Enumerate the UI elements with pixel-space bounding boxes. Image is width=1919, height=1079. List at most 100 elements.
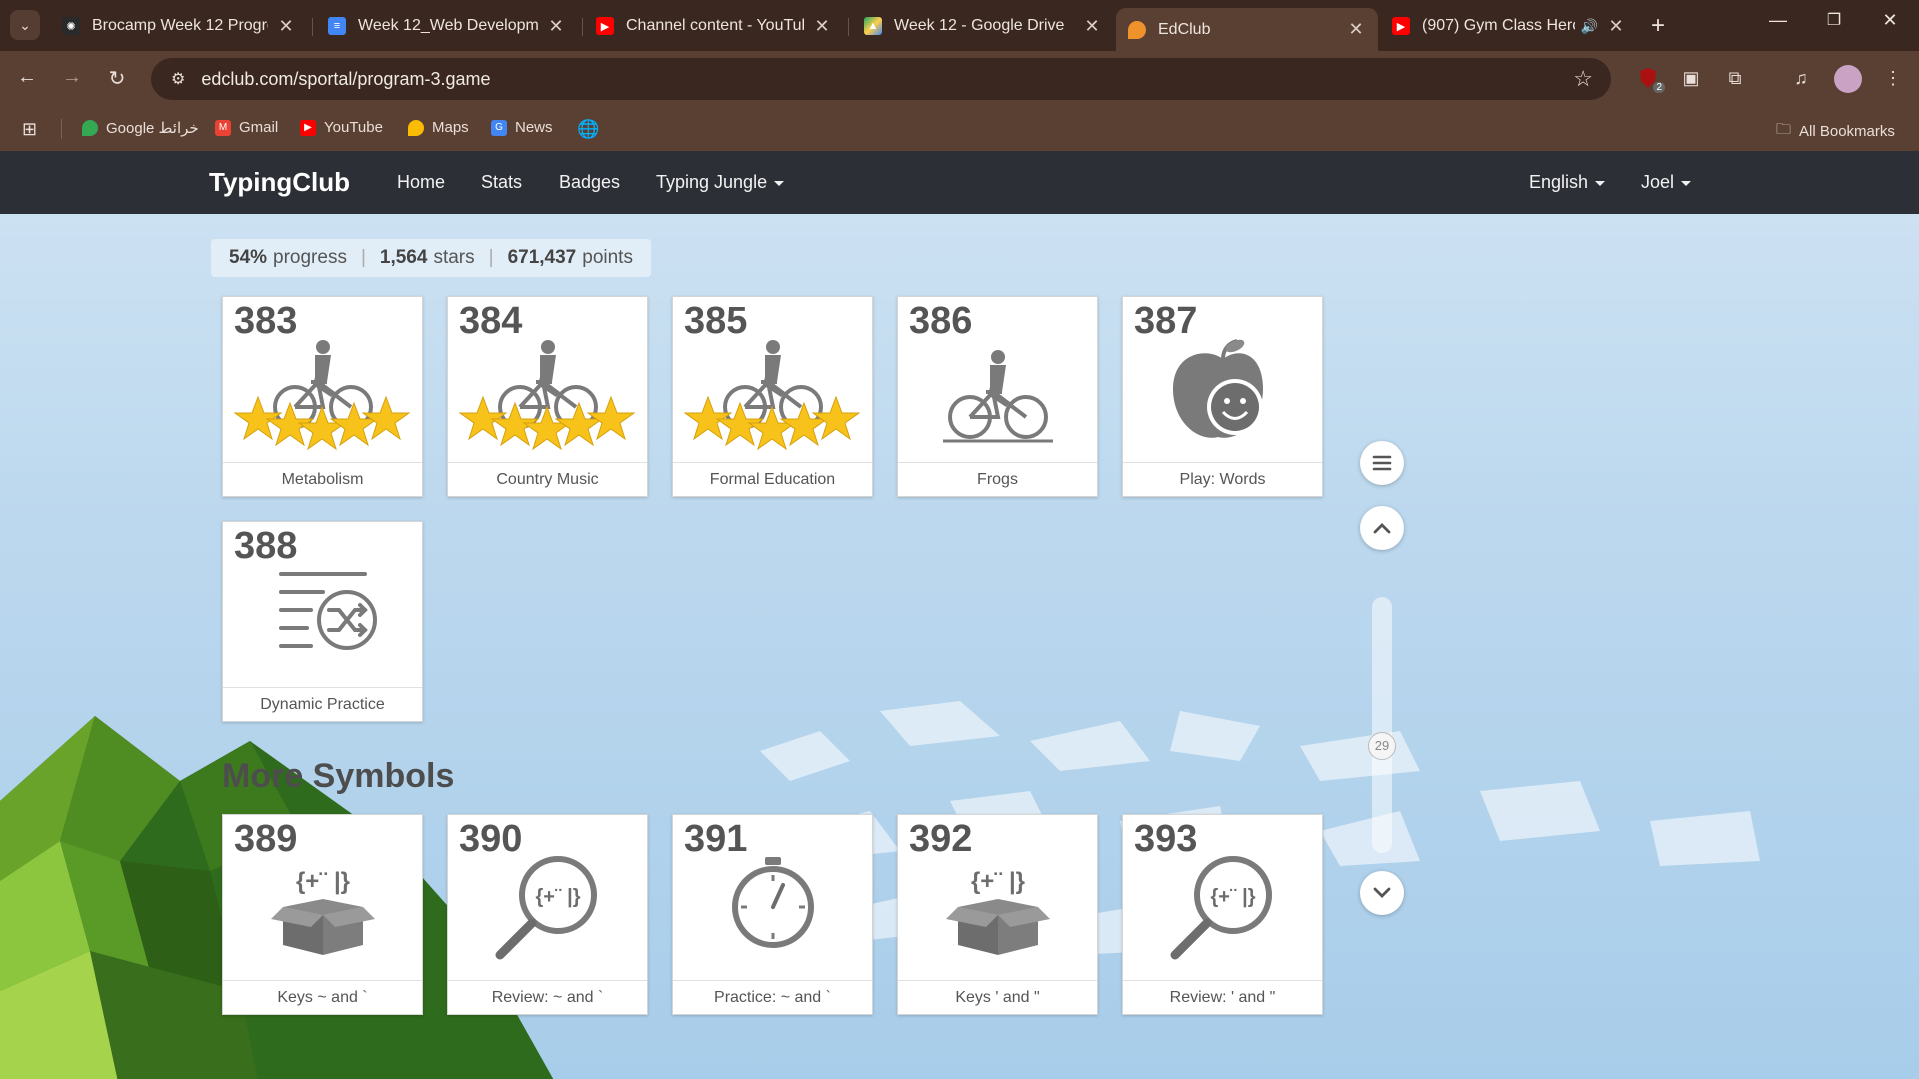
progress-label: progress [273, 247, 347, 268]
stars-label: stars [433, 247, 475, 268]
all-bookmarks-button[interactable]: 🗀 All Bookmarks [1776, 119, 1895, 144]
forward-icon[interactable]: → [57, 66, 87, 89]
chevron-up-icon [1373, 523, 1391, 534]
close-icon[interactable]: ✕ [1606, 16, 1626, 37]
bicycle-icon [943, 350, 1053, 443]
close-icon[interactable]: ✕ [276, 16, 296, 37]
language-label: English [1529, 172, 1589, 192]
youtube-icon: ▶ [300, 119, 316, 136]
tab-brocamp[interactable]: ✺ Brocamp Week 12 Progress ✕ [50, 8, 308, 44]
lesson-title: Keys ' and " [898, 980, 1097, 1014]
maps-icon [82, 120, 98, 136]
magnifier-symbols-icon: {+¨ |} [1170, 856, 1272, 960]
lesson-card-387[interactable]: 387 Play: Words [1122, 296, 1323, 497]
bookmark-maps[interactable]: Maps [408, 119, 469, 136]
close-icon[interactable]: ✕ [1082, 16, 1102, 37]
progress-stats-bar: 54% progress | 1,564 stars | 671,437 poi… [211, 239, 651, 277]
new-tab-button[interactable]: + [1651, 12, 1665, 40]
ublock-icon[interactable]: 2 [1635, 65, 1665, 93]
bookmark-news[interactable]: G News [491, 119, 553, 136]
scroll-level-indicator[interactable]: 29 [1368, 732, 1396, 760]
brand-logo[interactable]: TypingClub [209, 167, 350, 198]
audio-playing-icon[interactable]: 🔊 [1581, 18, 1598, 35]
tab-week12-doc[interactable]: ≡ Week 12_Web Development ✕ [316, 8, 578, 44]
hamburger-icon [1372, 455, 1392, 471]
extensions-icon[interactable]: ⧉ [1722, 65, 1748, 91]
tab-title: Channel content - YouTube [626, 17, 804, 34]
bicycle-icon [458, 340, 636, 451]
apps-grid-icon[interactable]: ⊞ [22, 119, 37, 140]
minimize-icon[interactable]: — [1758, 10, 1798, 31]
tab-youtube-channel[interactable]: ▶ Channel content - YouTube ✕ [584, 8, 844, 44]
bookmark-google-maps-ar[interactable]: Google خرائط [82, 119, 199, 137]
address-bar[interactable]: ⚙ edclub.com/sportal/program-3.game ☆ [151, 58, 1611, 100]
picture-in-picture-icon[interactable]: ▣ [1678, 65, 1704, 91]
bookmark-gmail[interactable]: M Gmail [215, 119, 278, 136]
lesson-card-385[interactable]: 385 Formal Education [672, 296, 873, 497]
tab-title: EdClub [1158, 20, 1211, 38]
tab-title: Week 12 - Google Drive [894, 17, 1065, 34]
lesson-card-384[interactable]: 384 Country Music [447, 296, 648, 497]
close-icon[interactable]: ✕ [546, 16, 566, 37]
site-info-icon[interactable]: ⚙ [171, 69, 185, 89]
nav-badges[interactable]: Badges [559, 172, 620, 193]
lesson-card-389[interactable]: 389 {+¨ |} Keys ~ and ` [222, 814, 423, 1015]
media-control-icon[interactable]: ♫ [1788, 65, 1814, 91]
lesson-card-393[interactable]: 393 {+¨ |} Review: ' and " [1122, 814, 1323, 1015]
menu-list-button[interactable] [1360, 441, 1404, 485]
tab-search-icon[interactable]: ⌄ [10, 10, 40, 40]
stopwatch-icon [732, 857, 814, 948]
news-icon: G [491, 119, 507, 136]
nav-typing-jungle[interactable]: Typing Jungle [656, 172, 784, 193]
lesson-card-391[interactable]: 391 Practice: ~ and ` [672, 814, 873, 1015]
lesson-card-390[interactable]: 390 {+¨ |} Review: ~ and ` [447, 814, 648, 1015]
browser-tab-bar: ⌄ ✺ Brocamp Week 12 Progress ✕ ≡ Week 12… [0, 0, 1919, 51]
reload-icon[interactable]: ↻ [102, 66, 132, 91]
lesson-card-388[interactable]: 388 Dynamic Practice [222, 521, 423, 722]
profile-avatar[interactable] [1834, 65, 1862, 93]
lesson-title: Formal Education [673, 462, 872, 496]
restore-icon[interactable]: ❐ [1814, 10, 1854, 30]
browser-menu-icon[interactable]: ⋮ [1880, 65, 1906, 91]
symbols-glyph: {+¨ |} [296, 868, 350, 895]
page-content: TypingClub Home Stats Badges Typing Jung… [0, 151, 1919, 1079]
lesson-title: Practice: ~ and ` [673, 980, 872, 1014]
bookmark-label: Maps [432, 119, 469, 136]
nav-stats[interactable]: Stats [481, 172, 522, 193]
symbols-box-icon: {+¨ |} [946, 868, 1050, 955]
tab-google-drive[interactable]: ▲ Week 12 - Google Drive ✕ [852, 8, 1114, 44]
bookmark-label: YouTube [324, 119, 383, 136]
chevron-down-icon [1373, 887, 1391, 898]
window-close-icon[interactable]: ✕ [1870, 10, 1910, 31]
lesson-title: Dynamic Practice [223, 687, 422, 721]
chatgpt-icon: ✺ [62, 17, 80, 35]
tab-youtube-music[interactable]: ▶ (907) Gym Class Heroes 🔊 ✕ [1380, 8, 1638, 44]
youtube-icon: ▶ [1392, 17, 1410, 35]
bookmark-label: News [515, 119, 553, 136]
edclub-icon [1128, 20, 1146, 39]
lesson-card-386[interactable]: 386 Frogs [897, 296, 1098, 497]
lesson-title: Review: ~ and ` [448, 980, 647, 1014]
user-dropdown[interactable]: Joel [1641, 172, 1691, 193]
bookmark-label: Gmail [239, 119, 279, 136]
lesson-card-392[interactable]: 392 {+¨ |} Keys ' and " [897, 814, 1098, 1015]
scroll-down-button[interactable] [1360, 871, 1404, 915]
bookmark-star-icon[interactable]: ☆ [1573, 66, 1593, 92]
level-scroll-track[interactable] [1372, 597, 1392, 853]
lesson-card-383[interactable]: 383 Metabolism [222, 296, 423, 497]
bookmark-youtube[interactable]: ▶ YouTube [300, 119, 383, 136]
symbols-glyph: {+¨ |} [1210, 886, 1255, 908]
globe-icon[interactable]: 🌐 [577, 119, 599, 140]
youtube-icon: ▶ [596, 17, 614, 35]
language-dropdown[interactable]: English [1529, 172, 1605, 193]
url-text[interactable]: edclub.com/sportal/program-3.game [201, 69, 490, 90]
close-icon[interactable]: ✕ [812, 16, 832, 37]
tab-title: Week 12_Web Development [358, 17, 538, 34]
points-value: 671,437 [507, 247, 577, 268]
lesson-title: Frogs [898, 462, 1097, 496]
scroll-up-button[interactable] [1360, 506, 1404, 550]
tab-edclub[interactable]: EdClub ✕ [1116, 8, 1378, 51]
nav-home[interactable]: Home [397, 172, 445, 193]
back-icon[interactable]: ← [12, 66, 42, 89]
close-icon[interactable]: ✕ [1346, 19, 1366, 40]
